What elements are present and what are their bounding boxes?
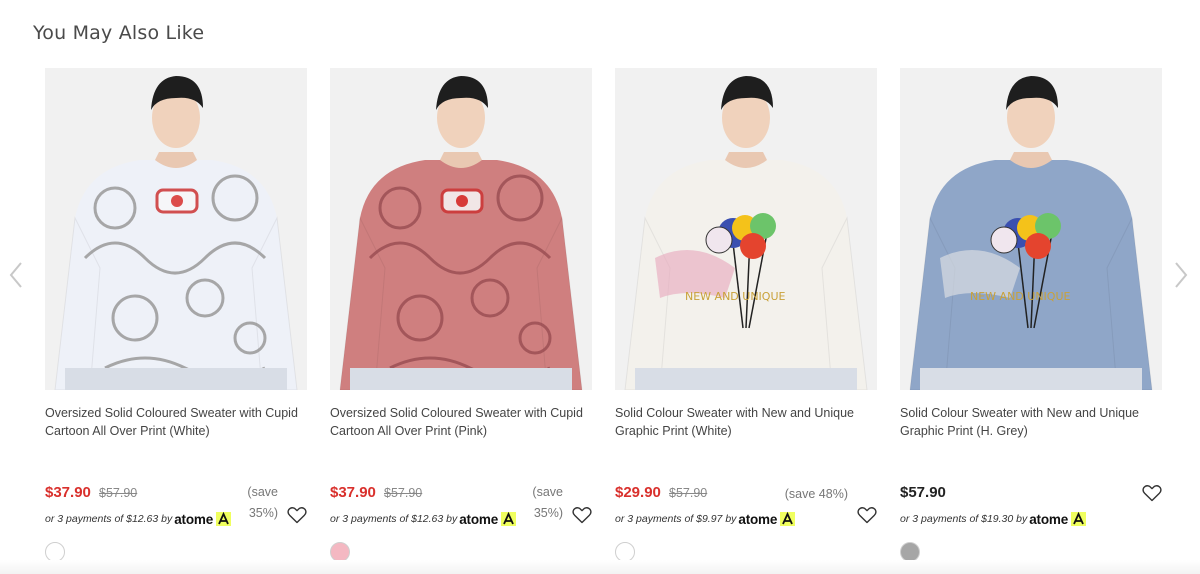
original-price: $57.90 — [384, 486, 423, 500]
save-percentage: (save 35%) — [532, 485, 563, 520]
installment-text: or 3 payments of $19.30 by — [900, 513, 1028, 525]
installment-info: or 3 payments of $19.30 by atome — [900, 511, 1087, 527]
model-photo — [45, 68, 307, 390]
carousel-prev-button[interactable] — [5, 258, 27, 292]
original-price: $57.90 — [669, 486, 708, 500]
model-photo: NEW AND UNIQUE — [615, 68, 877, 390]
price-row: $37.90 $57.90 (save 35%) — [45, 482, 307, 520]
atome-badge-icon — [1071, 512, 1087, 526]
installment-text: or 3 payments of $12.63 by — [330, 513, 458, 525]
color-swatch[interactable] — [900, 542, 920, 562]
atome-logo: atome — [1029, 511, 1069, 527]
save-percentage: (save 35%) — [247, 485, 278, 520]
current-price: $37.90 — [45, 484, 91, 501]
product-image[interactable] — [45, 68, 307, 390]
wishlist-heart-icon[interactable] — [287, 506, 307, 524]
product-image[interactable]: NEW AND UNIQUE — [615, 68, 877, 390]
product-name[interactable]: Solid Colour Sweater with New and Unique… — [615, 404, 877, 440]
section-title: You May Also Like — [33, 22, 205, 44]
atome-badge-icon — [780, 512, 796, 526]
wishlist-heart-icon[interactable] — [572, 506, 592, 524]
atome-logo: atome — [738, 511, 778, 527]
chevron-right-icon — [1175, 262, 1188, 288]
color-swatch[interactable] — [330, 542, 350, 562]
atome-logo: atome — [174, 511, 214, 527]
bottom-fade — [0, 560, 1200, 574]
price-row: $37.90 $57.90 (save 35%) — [330, 482, 592, 520]
installment-text: or 3 payments of $12.63 by — [45, 513, 173, 525]
installment-info: or 3 payments of $12.63 by atome — [330, 511, 517, 527]
atome-badge-icon — [216, 512, 232, 526]
installment-text: or 3 payments of $9.97 by — [615, 513, 737, 525]
price-row: $57.90 — [900, 482, 1162, 504]
model-photo: NEW AND UNIQUE — [900, 68, 1162, 390]
installment-info: or 3 payments of $9.97 by atome — [615, 511, 796, 527]
wishlist-heart-icon[interactable] — [857, 506, 877, 524]
product-name[interactable]: Oversized Solid Coloured Sweater with Cu… — [45, 404, 307, 440]
product-name[interactable]: Solid Colour Sweater with New and Unique… — [900, 404, 1162, 440]
wishlist-heart-icon[interactable] — [1142, 484, 1162, 502]
product-image[interactable]: NEW AND UNIQUE — [900, 68, 1162, 390]
atome-badge-icon — [501, 512, 517, 526]
price-row: $29.90 $57.90 (save 48%) — [615, 482, 877, 504]
product-card: Oversized Solid Coloured Sweater with Cu… — [45, 68, 307, 568]
product-card: Oversized Solid Coloured Sweater with Cu… — [330, 68, 592, 568]
svg-text:NEW AND UNIQUE: NEW AND UNIQUE — [970, 290, 1071, 303]
chevron-left-icon — [9, 262, 22, 288]
product-card: NEW AND UNIQUE Solid Colour Sweater with… — [900, 68, 1162, 568]
color-swatch[interactable] — [615, 542, 635, 562]
color-swatch[interactable] — [45, 542, 65, 562]
carousel-next-button[interactable] — [1170, 258, 1192, 292]
svg-text:NEW AND UNIQUE: NEW AND UNIQUE — [685, 290, 786, 303]
save-percentage: (save 48%) — [784, 487, 848, 501]
original-price: $57.90 — [99, 486, 138, 500]
product-name[interactable]: Oversized Solid Coloured Sweater with Cu… — [330, 404, 592, 440]
product-card: NEW AND UNIQUE Solid Colour Sweater with… — [615, 68, 877, 568]
model-photo — [330, 68, 592, 390]
atome-logo: atome — [459, 511, 499, 527]
current-price: $37.90 — [330, 484, 376, 501]
current-price: $57.90 — [900, 484, 946, 501]
current-price: $29.90 — [615, 484, 661, 501]
product-image[interactable] — [330, 68, 592, 390]
installment-info: or 3 payments of $12.63 by atome — [45, 511, 232, 527]
